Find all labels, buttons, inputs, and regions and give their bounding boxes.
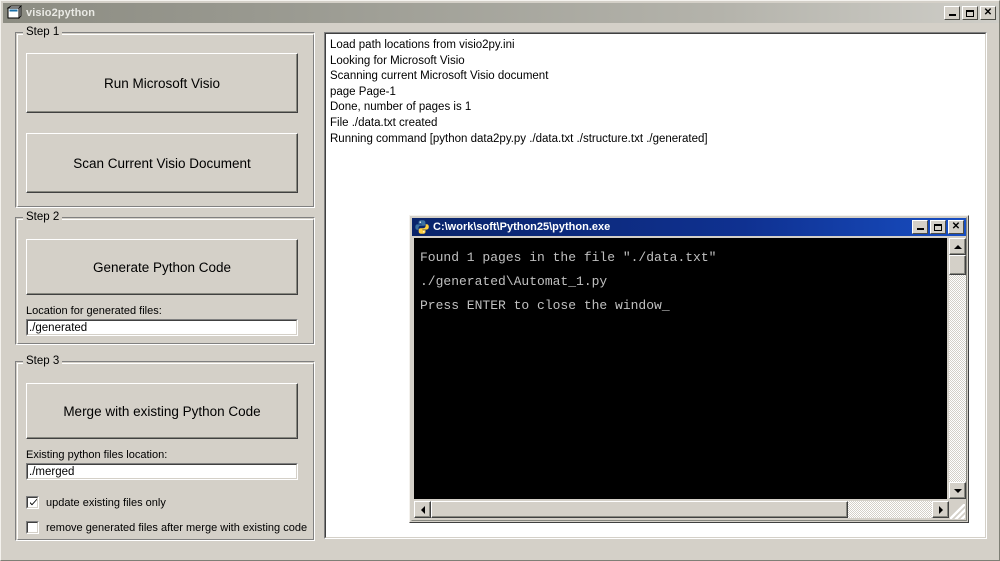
step3-legend: Step 3 bbox=[23, 355, 63, 367]
main-window-frame: visio2python ✕ Step 1 Run Microsoft Visi… bbox=[0, 0, 1000, 561]
arrow-left-icon bbox=[420, 505, 425, 514]
update-existing-files-only-checkbox-row[interactable]: update existing files only bbox=[26, 496, 166, 509]
python-icon bbox=[414, 219, 430, 235]
existing-python-location-value: ./merged bbox=[29, 465, 75, 478]
log-line: Done, number of pages is 1 bbox=[330, 101, 472, 114]
minimize-button[interactable] bbox=[944, 6, 960, 20]
checkmark-icon bbox=[29, 498, 38, 510]
maximize-icon bbox=[934, 223, 942, 231]
remove-generated-files-checkbox-row[interactable]: remove generated files after merge with … bbox=[26, 521, 307, 534]
close-icon: ✕ bbox=[983, 7, 993, 18]
existing-python-location-input[interactable]: ./merged bbox=[26, 463, 298, 480]
close-button[interactable]: ✕ bbox=[980, 6, 996, 20]
update-existing-files-only-label: update existing files only bbox=[46, 496, 166, 509]
log-line: page Page-1 bbox=[330, 85, 396, 98]
arrow-right-icon bbox=[938, 505, 943, 514]
console-window-title: C:\work\soft\Python25\python.exe bbox=[433, 221, 611, 233]
scroll-down-button[interactable] bbox=[949, 482, 966, 499]
vertical-scroll-thumb[interactable] bbox=[949, 255, 966, 275]
existing-python-location-label: Existing python files location: bbox=[26, 449, 168, 461]
resize-grip[interactable] bbox=[950, 504, 965, 519]
generated-location-label: Location for generated files: bbox=[26, 305, 162, 317]
main-window-title: visio2python bbox=[26, 7, 96, 19]
minimize-icon bbox=[916, 228, 924, 230]
console-line: Found 1 pages in the file "./data.txt" bbox=[420, 250, 717, 265]
arrow-up-icon bbox=[953, 244, 962, 249]
remove-generated-files-checkbox[interactable] bbox=[26, 521, 39, 534]
step1-legend: Step 1 bbox=[23, 26, 63, 38]
log-lines-container: Load path locations from visio2py.ini Lo… bbox=[325, 33, 986, 147]
maximize-icon bbox=[966, 9, 974, 17]
arrow-down-icon bbox=[953, 488, 962, 493]
run-microsoft-visio-label: Run Microsoft Visio bbox=[103, 75, 221, 91]
horizontal-scroll-thumb[interactable] bbox=[431, 501, 848, 518]
main-window-controls: ✕ bbox=[944, 6, 996, 20]
merge-with-existing-python-code-label: Merge with existing Python Code bbox=[63, 403, 261, 419]
console-line: Press ENTER to close the window_ bbox=[420, 298, 670, 313]
scroll-left-button[interactable] bbox=[414, 501, 431, 518]
update-existing-files-only-checkbox[interactable] bbox=[26, 496, 39, 509]
scan-current-visio-document-label: Scan Current Visio Document bbox=[73, 155, 251, 171]
log-line: File ./data.txt created bbox=[330, 116, 438, 129]
console-window: C:\work\soft\Python25\python.exe ✕ Found… bbox=[409, 215, 969, 523]
console-line: ./generated\Automat_1.py bbox=[420, 274, 608, 289]
console-vertical-scrollbar[interactable] bbox=[949, 238, 966, 499]
generate-python-code-label: Generate Python Code bbox=[92, 259, 232, 275]
console-window-controls: ✕ bbox=[912, 220, 964, 234]
close-icon: ✕ bbox=[951, 221, 961, 232]
generate-python-code-button[interactable]: Generate Python Code bbox=[26, 239, 298, 295]
scroll-up-button[interactable] bbox=[949, 238, 966, 255]
console-minimize-button[interactable] bbox=[912, 220, 928, 234]
console-maximize-button[interactable] bbox=[930, 220, 946, 234]
scroll-right-button[interactable] bbox=[932, 501, 949, 518]
log-line: Scanning current Microsoft Visio documen… bbox=[330, 70, 549, 83]
console-titlebar[interactable]: C:\work\soft\Python25\python.exe ✕ bbox=[412, 218, 966, 236]
application-window: visio2python ✕ Step 1 Run Microsoft Visi… bbox=[0, 0, 1000, 561]
console-output-area[interactable]: Found 1 pages in the file "./data.txt" .… bbox=[414, 238, 947, 499]
vertical-scroll-track[interactable] bbox=[949, 255, 966, 482]
scan-current-visio-document-button[interactable]: Scan Current Visio Document bbox=[26, 133, 298, 193]
merge-with-existing-python-code-button[interactable]: Merge with existing Python Code bbox=[26, 383, 298, 439]
log-line: Running command [python data2py.py ./dat… bbox=[330, 132, 708, 145]
run-microsoft-visio-button[interactable]: Run Microsoft Visio bbox=[26, 53, 298, 113]
maximize-button[interactable] bbox=[962, 6, 978, 20]
generated-location-value: ./generated bbox=[29, 321, 88, 334]
remove-generated-files-label: remove generated files after merge with … bbox=[46, 521, 308, 534]
step2-legend: Step 2 bbox=[23, 211, 63, 223]
main-titlebar[interactable]: visio2python ✕ bbox=[3, 3, 999, 23]
console-close-button[interactable]: ✕ bbox=[948, 220, 964, 234]
minimize-icon bbox=[948, 14, 956, 16]
log-line: Looking for Microsoft Visio bbox=[330, 54, 465, 67]
app-window-icon bbox=[6, 5, 22, 21]
log-line: Load path locations from visio2py.ini bbox=[330, 39, 515, 51]
generated-location-input[interactable]: ./generated bbox=[26, 319, 298, 336]
console-horizontal-scrollbar[interactable] bbox=[414, 501, 949, 518]
